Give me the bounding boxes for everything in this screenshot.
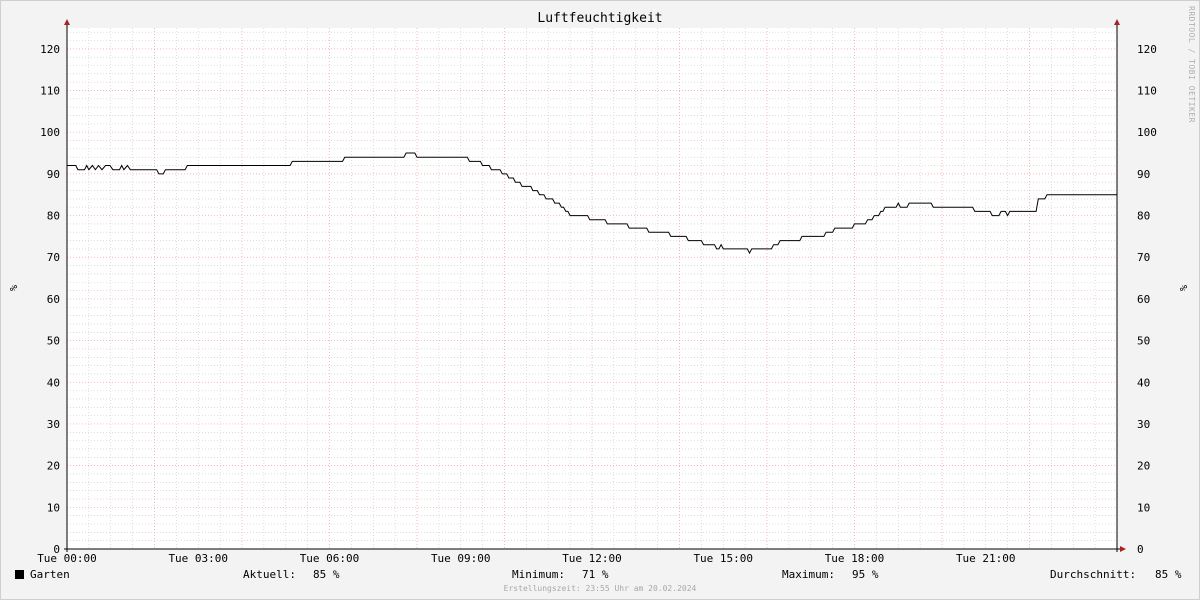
x-axis-arrow	[1120, 546, 1126, 552]
y-tick-label-right: 50	[1137, 335, 1150, 348]
minimum-value: 71 %	[582, 568, 609, 581]
y-tick-label-left: 90	[47, 168, 60, 181]
y-tick-label-left: 80	[47, 210, 60, 223]
x-tick-label: Tue 21:00	[956, 552, 1016, 565]
y-axis-title-right: %	[1177, 285, 1188, 291]
y-tick-label-left: 10	[47, 501, 60, 514]
x-axis-labels: Tue 00:00 Tue 03:00 Tue 06:00 Tue 09:00 Tue …	[37, 552, 1015, 565]
y-tick-label-right: 80	[1137, 210, 1150, 223]
y-tick-label-right: 60	[1137, 293, 1150, 306]
average-value: 85 %	[1155, 568, 1182, 581]
y-tick-label-right: 10	[1137, 501, 1150, 514]
y-tick-label-left: 70	[47, 251, 60, 264]
y-tick-label-left: 100	[40, 126, 60, 139]
rrdtool-watermark: RRDTOOL / TOBI OETIKER	[1187, 6, 1196, 123]
y-tick-label-left: 50	[47, 335, 60, 348]
average-label: Durchschnitt:	[1050, 568, 1137, 581]
x-tick-label: Tue 06:00	[300, 552, 360, 565]
x-tick-label: Tue 18:00	[825, 552, 885, 565]
y-tick-label-right: 70	[1137, 251, 1150, 264]
y-tick-label-right: 120	[1137, 43, 1157, 56]
y-tick-label-right: 30	[1137, 418, 1150, 431]
x-tick-label: Tue 15:00	[693, 552, 753, 565]
y-tick-label-left: 30	[47, 418, 60, 431]
x-tick-label: Tue 12:00	[562, 552, 622, 565]
y-axis-right-labels: 0 10 20 30 40 50 60 70 80 90 100 110 120	[1137, 43, 1157, 556]
x-tick-label: Tue 09:00	[431, 552, 491, 565]
y-tick-label-right: 90	[1137, 168, 1150, 181]
x-tick-label: Tue 00:00	[37, 552, 97, 565]
chart-title: Luftfeuchtigkeit	[537, 11, 663, 26]
x-tick-label: Tue 03:00	[168, 552, 228, 565]
maximum-value: 95 %	[852, 568, 879, 581]
current-value: 85 %	[313, 568, 340, 581]
current-label: Aktuell:	[243, 568, 296, 581]
y-tick-label-right: 100	[1137, 126, 1157, 139]
y-tick-label-right: 0	[1137, 543, 1144, 556]
y-tick-label-right: 20	[1137, 460, 1150, 473]
legend-series-name: Garten	[30, 568, 70, 581]
y-tick-label-left: 40	[47, 376, 60, 389]
minimum-label: Minimum:	[512, 568, 565, 581]
y-axis-title-left: %	[7, 285, 18, 291]
y-tick-label-right: 110	[1137, 85, 1157, 98]
legend-swatch	[15, 570, 24, 579]
maximum-label: Maximum:	[782, 568, 835, 581]
y-tick-label-left: 20	[47, 460, 60, 473]
y-tick-label-left: 110	[40, 85, 60, 98]
y-tick-label-right: 40	[1137, 376, 1150, 389]
creation-time-footer: Erstellungszeit: 23:55 Uhr am 20.02.2024	[503, 584, 697, 593]
y-tick-label-left: 120	[40, 43, 60, 56]
y-tick-label-left: 60	[47, 293, 60, 306]
y-axis-left-labels: 0102030405060708090100110120	[40, 43, 60, 556]
humidity-chart: 0 10 20 30 40 50 60 70 80 90 100 110 120 0 10 20 30 40 50…	[7, 19, 1188, 565]
